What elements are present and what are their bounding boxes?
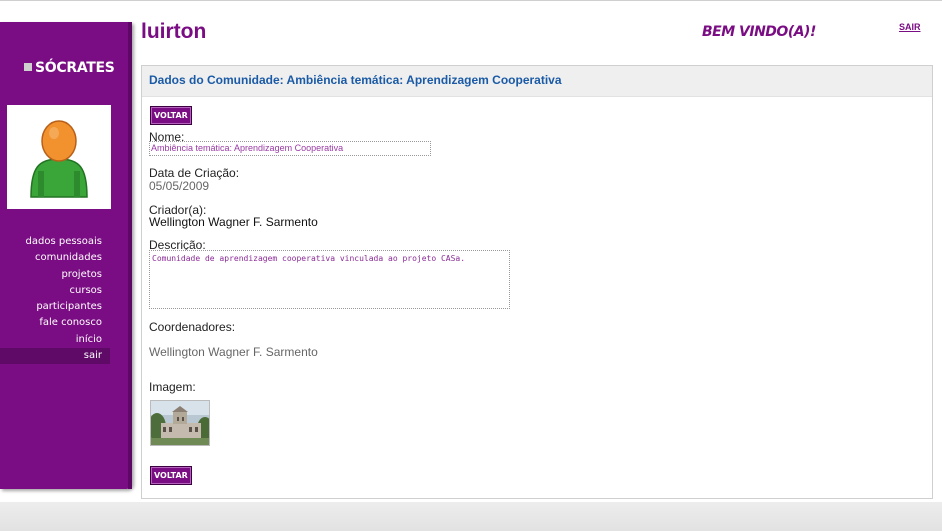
square-bullet-icon [24,63,32,71]
creator-value: Wellington Wagner F. Sarmento [149,215,318,229]
building-photo-icon [151,401,209,445]
sidebar: SÓCRATES dados pessoais comunidades proj… [0,22,132,489]
logout-link[interactable]: SAIR [899,22,921,32]
top-border [0,0,942,1]
panel-title: Dados do Comunidade: Ambiência temática:… [149,73,562,87]
image-label: Imagem: [149,380,196,394]
sidebar-item-projetos[interactable]: projetos [0,267,110,283]
coordinators-label: Coordenadores: [149,320,236,334]
user-name: luirton [141,20,207,43]
app-logo: SÓCRATES [24,60,115,76]
panel-header: Dados do Comunidade: Ambiência temática:… [142,66,932,97]
sidebar-item-fale-conosco[interactable]: fale conosco [0,315,110,331]
footer-band [0,502,942,531]
community-details-panel: Dados do Comunidade: Ambiência temática:… [141,65,933,499]
back-button-bottom[interactable]: VOLTAR [150,466,192,485]
user-avatar [7,105,111,209]
sidebar-item-cursos[interactable]: cursos [0,283,110,299]
sidebar-item-inicio[interactable]: início [0,332,110,348]
welcome-banner: BEM VINDO(A)! [702,24,816,40]
sidebar-item-sair[interactable]: sair [0,348,110,365]
description-field[interactable]: Comunidade de aprendizagem cooperativa v… [149,250,510,309]
logo-text: SÓCRATES [35,60,115,76]
back-button-top[interactable]: VOLTAR [150,106,192,125]
sidebar-item-participantes[interactable]: participantes [0,299,110,315]
coordinators-value: Wellington Wagner F. Sarmento [149,345,318,359]
name-field[interactable]: Ambiência temática: Aprendizagem Coopera… [149,141,431,156]
community-image[interactable] [150,400,210,446]
sidebar-item-dados-pessoais[interactable]: dados pessoais [0,234,110,250]
sidebar-item-comunidades[interactable]: comunidades [0,250,110,266]
user-avatar-icon [30,120,88,198]
created-date-label: Data de Criação: [149,166,240,180]
sidebar-edge [128,22,132,489]
created-date-value: 05/05/2009 [149,179,210,193]
sidebar-nav: dados pessoais comunidades projetos curs… [0,234,110,365]
